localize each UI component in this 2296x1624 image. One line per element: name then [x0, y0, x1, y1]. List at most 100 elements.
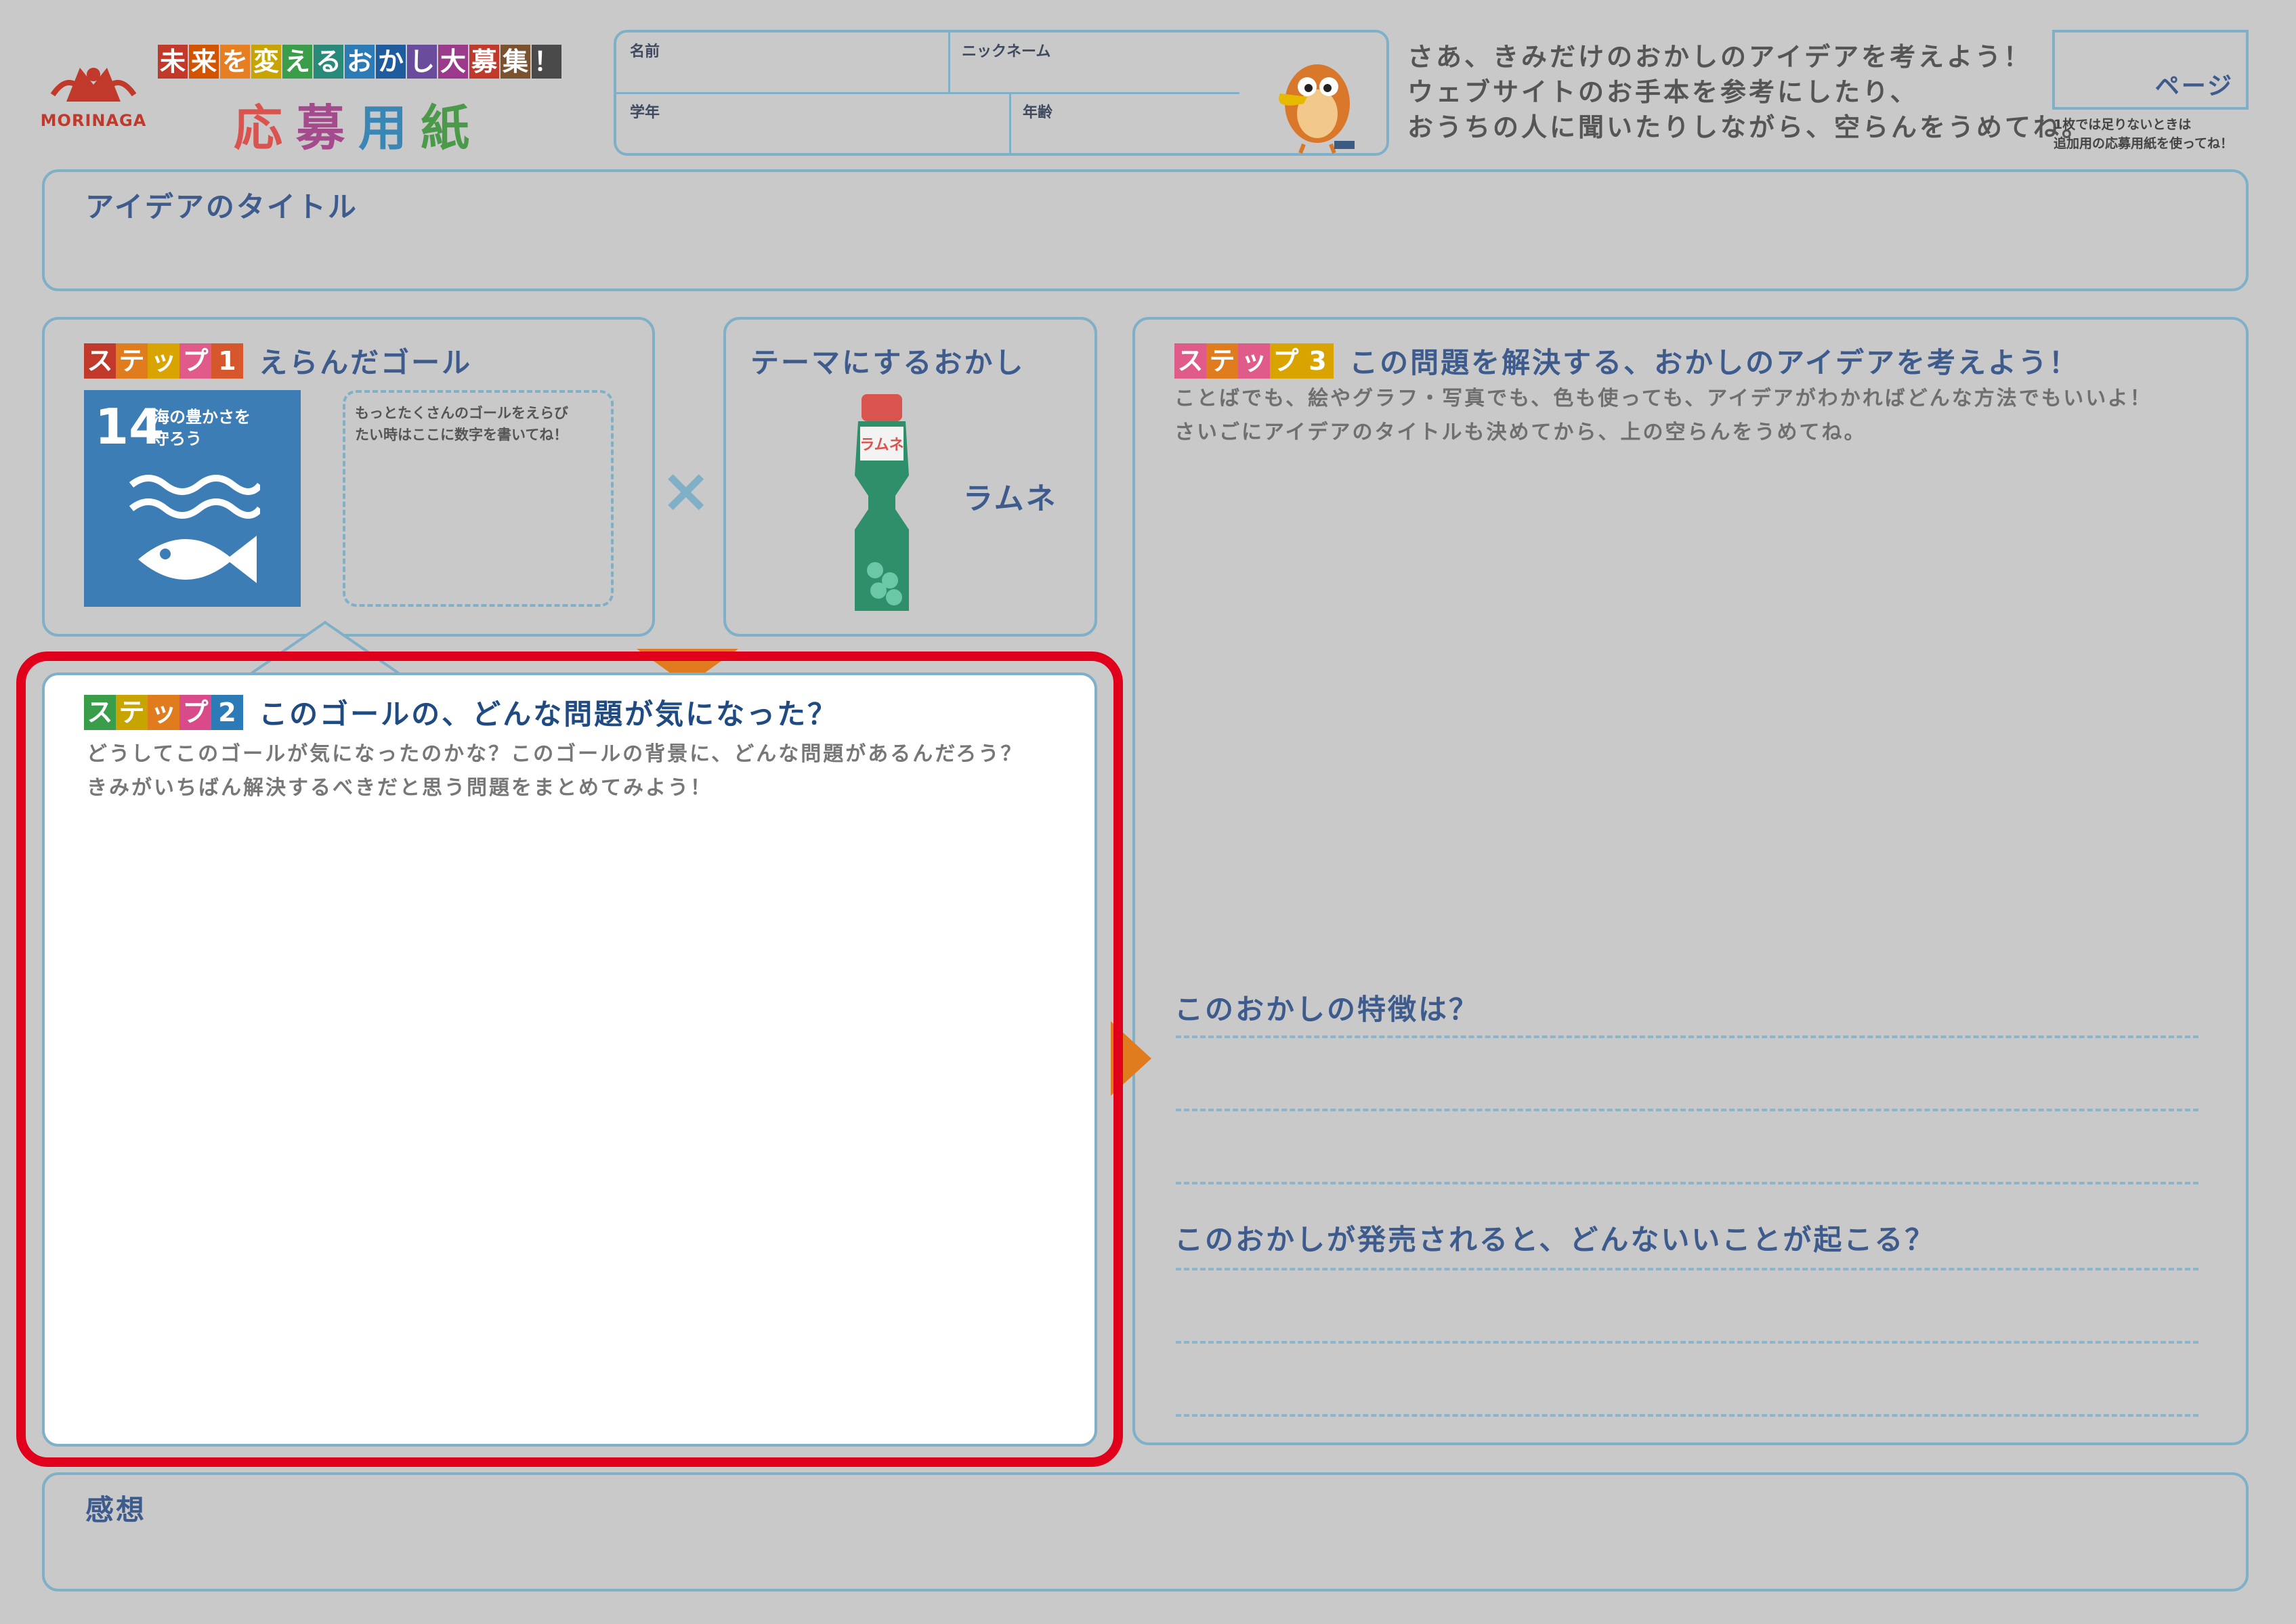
morinaga-logo: MORINAGA — [39, 54, 148, 130]
extra-hint-line-2: たい時はここに数字を書いてね！ — [355, 427, 568, 443]
idea-title-label: アイデアのタイトル — [85, 190, 358, 223]
benefit-line-1[interactable] — [1176, 1268, 2198, 1270]
extra-hint-line-1: もっとたくさんのゴールをえらび — [355, 405, 568, 421]
theme-heading: テーマにするおかし — [750, 346, 1025, 379]
badge-char: ッ — [148, 343, 179, 379]
campaign-char: か — [376, 45, 406, 79]
campaign-char: る — [314, 45, 343, 79]
feature-question: このおかしの特徴は？ — [1174, 993, 1480, 1026]
step3-badge: ステップ3 — [1174, 343, 1334, 379]
step3-header: ステップ3 この問題を解決する、おかしのアイデアを考えよう！ — [1174, 340, 2079, 381]
nickname-field-label: ニックネーム — [962, 43, 1051, 60]
step1-badge: ステップ1 — [84, 343, 243, 379]
name-field-label: 名前 — [630, 43, 660, 60]
idea-title-panel[interactable]: アイデアのタイトル — [42, 169, 2249, 291]
campaign-char: 未 — [158, 45, 188, 79]
product-name: ラムネ — [963, 482, 1058, 516]
campaign-char: お — [345, 45, 375, 79]
step1-panel: ステップ1 えらんだゴール 14 海の豊かさを 守ろう もっとたくさんのゴールを… — [42, 317, 655, 637]
theme-panel: テーマにするおかし ラムネ ラムネ — [723, 317, 1097, 637]
step2-badge: ステップ2 — [84, 694, 243, 730]
campaign-char: し — [407, 45, 437, 79]
step3-panel[interactable]: ステップ3 この問題を解決する、おかしのアイデアを考えよう！ ことばでも、絵やグ… — [1132, 317, 2249, 1445]
intro-line-1: さあ、きみだけのおかしのアイデアを考えよう！ — [1407, 42, 2033, 72]
campaign-char: ！ — [532, 45, 561, 79]
campaign-char: 大 — [438, 45, 468, 79]
step3-heading: この問題を解決する、おかしのアイデアを考えよう！ — [1349, 346, 2079, 379]
feature-line-2[interactable] — [1176, 1109, 2198, 1111]
campaign-char: 募 — [469, 45, 499, 79]
step3-desc-line-2: さいごにアイデアのタイトルも決めてから、上の空らんをうめてね。 — [1174, 421, 1867, 444]
campaign-char: 変 — [251, 45, 281, 79]
intro-line-2: ウェブサイトのお手本を参考にしたり、 — [1407, 77, 1919, 107]
impression-panel[interactable]: 感想 — [42, 1472, 2249, 1591]
badge-char: プ — [179, 694, 211, 730]
step1-heading: えらんだゴール — [259, 346, 473, 379]
campaign-char: え — [282, 45, 312, 79]
step2-panel[interactable]: ステップ2 このゴールの、どんな問題が気になった？ どうしてこのゴールが気になっ… — [42, 672, 1097, 1447]
grade-input[interactable] — [623, 121, 1002, 152]
step1-header: ステップ1 えらんだゴール — [84, 340, 472, 381]
feature-line-3[interactable] — [1176, 1182, 2198, 1184]
form-title-char: 応 — [234, 100, 283, 156]
badge-char: ス — [1174, 343, 1206, 379]
nickname-input[interactable] — [955, 60, 1233, 88]
badge-char: テ — [1206, 343, 1238, 379]
benefit-line-3[interactable] — [1176, 1414, 2198, 1417]
intro-text: さあ、きみだけのおかしのアイデアを考えよう！ ウェブサイトのお手本を参考にしたり… — [1407, 39, 2090, 145]
sdg-goal-tile: 14 海の豊かさを 守ろう — [84, 390, 301, 607]
step2-heading: このゴールの、どんな問題が気になった？ — [259, 698, 838, 731]
campaign-char: 集 — [501, 45, 530, 79]
badge-char: ッ — [148, 694, 179, 730]
benefit-question: このおかしが発売されると、どんないいことが起こる？ — [1174, 1223, 1936, 1256]
grade-field-label: 学年 — [630, 104, 660, 121]
page-label: ページ — [2154, 72, 2234, 100]
extra-goal-input[interactable]: もっとたくさんのゴールをえらび たい時はここに数字を書いてね！ — [343, 390, 614, 607]
badge-char: プ — [179, 343, 211, 379]
badge-char: プ — [1270, 343, 1302, 379]
times-symbol: × — [660, 455, 712, 526]
angel-icon — [50, 68, 137, 102]
campaign-char: を — [220, 45, 250, 79]
form-title-char: 紙 — [421, 100, 470, 156]
age-field-label: 年齢 — [1023, 104, 1053, 121]
step2-header: ステップ2 このゴールの、どんな問題が気になった？ — [84, 691, 838, 733]
step2-description: どうしてこのゴールが気になったのかな？このゴールの背景に、どんな問題があるんだろ… — [87, 738, 1023, 805]
extra-goal-hint: もっとたくさんのゴールをえらび たい時はここに数字を書いてね！ — [355, 402, 568, 446]
badge-char: 1 — [211, 343, 243, 379]
campaign-char: 来 — [189, 45, 219, 79]
page-note: 1枚では足りないときは 追加用の応募用紙を使ってね！ — [2054, 115, 2233, 153]
benefit-line-2[interactable] — [1176, 1341, 2198, 1344]
campaign-title: 未来を変えるおかし大募集！ — [158, 45, 563, 79]
impression-label: 感想 — [85, 1493, 147, 1526]
applicant-info-box: 名前 ニックネーム 学年 年齢 — [614, 30, 1389, 156]
goal-text-line-2: 守ろう — [153, 429, 202, 448]
page-number-box[interactable]: ページ — [2052, 30, 2249, 110]
badge-char: 3 — [1302, 343, 1334, 379]
form-title-char: 募 — [296, 100, 345, 156]
fish-waves-icon — [129, 475, 260, 583]
step2-desc-line-1: どうしてこのゴールが気になったのかな？このゴールの背景に、どんな問題があるんだろ… — [87, 742, 1023, 766]
page-note-line-1: 1枚では足りないときは — [2054, 117, 2192, 132]
badge-char: ス — [84, 343, 116, 379]
step3-desc-line-1: ことばでも、絵やグラフ・写真でも、色も使っても、アイデアがわかればどんな方法でも… — [1174, 387, 2152, 410]
badge-char: テ — [116, 343, 148, 379]
goal-text-line-1: 海の豊かさを — [153, 408, 251, 427]
step3-description: ことばでも、絵やグラフ・写真でも、色も使っても、アイデアがわかればどんな方法でも… — [1174, 382, 2152, 450]
form-title: 応募用紙 — [234, 88, 483, 159]
badge-char: ス — [84, 694, 116, 730]
bird-mascot-icon — [1279, 64, 1355, 154]
goal-text: 海の豊かさを 守ろう — [153, 406, 251, 450]
age-input[interactable] — [1016, 121, 1233, 152]
page-note-line-2: 追加用の応募用紙を使ってね！ — [2054, 136, 2234, 151]
bottle-label: ラムネ — [859, 437, 903, 454]
step2-desc-line-2: きみがいちばん解決するべきだと思う問題をまとめてみよう！ — [87, 776, 713, 800]
badge-char: ッ — [1238, 343, 1270, 379]
badge-char: テ — [116, 694, 148, 730]
name-input[interactable] — [623, 60, 941, 88]
intro-line-3: おうちの人に聞いたりしながら、空らんをうめてね。 — [1407, 112, 2091, 142]
brand-name: MORINAGA — [40, 111, 147, 130]
form-title-char: 用 — [358, 100, 408, 156]
badge-char: 2 — [211, 694, 243, 730]
feature-line-1[interactable] — [1176, 1035, 2198, 1038]
